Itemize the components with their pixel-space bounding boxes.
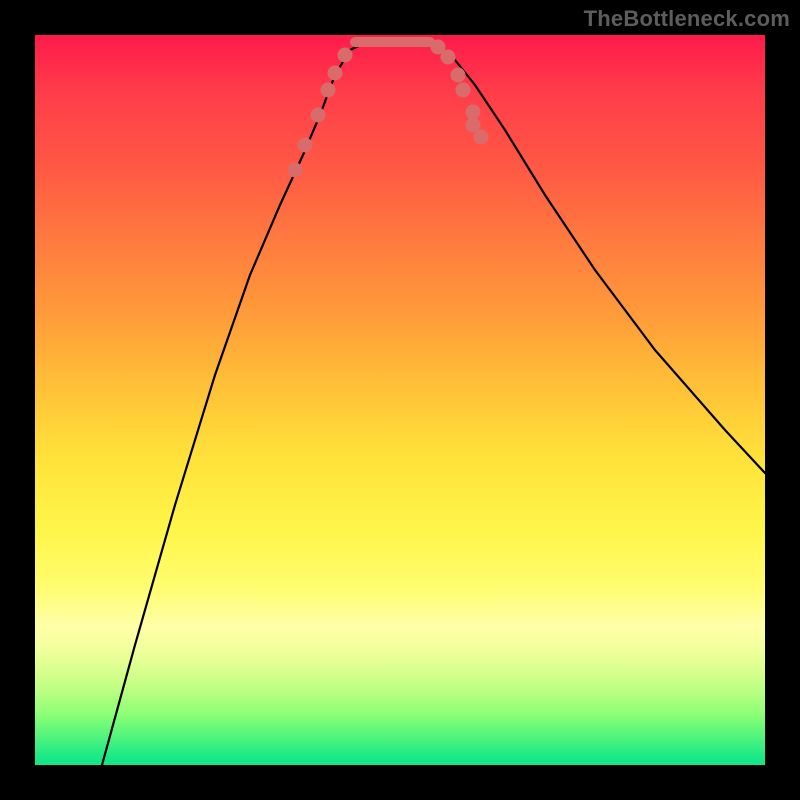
highlight-dot	[288, 163, 303, 178]
chart-frame: TheBottleneck.com	[0, 0, 800, 800]
highlight-dot	[328, 66, 343, 81]
highlight-dot	[321, 83, 336, 98]
highlight-dot	[451, 68, 466, 83]
highlight-dot	[456, 83, 471, 98]
highlight-dot	[474, 130, 489, 145]
highlight-dot	[311, 108, 326, 123]
bottleneck-curve	[102, 41, 765, 765]
highlight-dot	[298, 138, 313, 153]
highlight-dot	[466, 105, 481, 120]
highlight-dot	[441, 50, 456, 65]
plot-area	[35, 35, 765, 765]
highlight-dot	[338, 48, 353, 63]
curve-svg	[35, 35, 765, 765]
watermark-text: TheBottleneck.com	[584, 6, 790, 32]
marker-group	[288, 40, 489, 178]
